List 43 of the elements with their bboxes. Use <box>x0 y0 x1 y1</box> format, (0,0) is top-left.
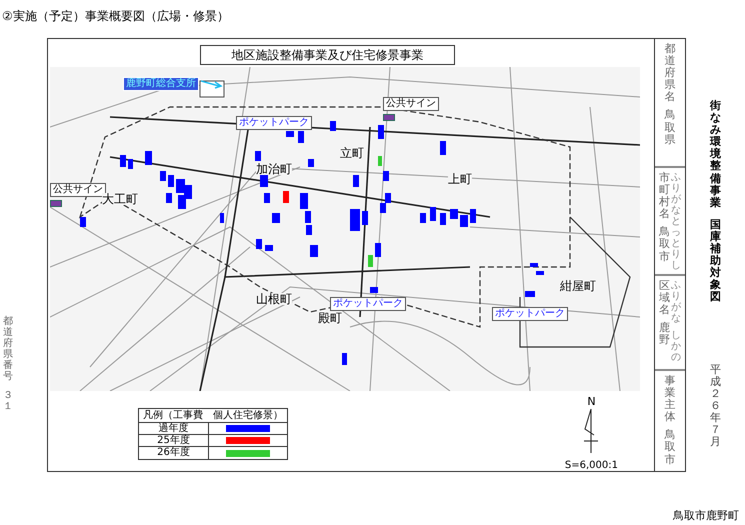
town-label: 山根町 <box>256 293 292 305</box>
info-value: 鹿野 <box>659 322 670 346</box>
document-date: 平成２６年７月 <box>710 364 721 448</box>
furigana: とっとりし <box>671 216 681 271</box>
north-label: N <box>587 396 596 407</box>
sign-label: 公共サイン <box>50 183 106 197</box>
info-label: 事業主体 <box>664 375 676 424</box>
legend-label: 26年度 <box>139 447 209 459</box>
info-value: 鳥取県 <box>664 109 676 146</box>
prefecture-number-label: 都道府県番号 <box>3 316 13 382</box>
document-title: 国庫補助対象図 <box>710 218 721 304</box>
town-label: 大工町 <box>102 193 138 205</box>
legend-title: 凡例（工事費 個人住宅修景） <box>139 409 287 423</box>
furigana: しかの <box>671 330 681 363</box>
office-label: 鹿野町総合支所 <box>123 77 199 91</box>
scale-label: S=6,000:1 <box>564 461 618 471</box>
sign-label: 公共サイン <box>383 97 439 111</box>
park-label: ポケットパーク <box>492 307 568 321</box>
arrow-icon <box>201 79 223 89</box>
map-title: 地区施設整備事業及び住宅修景事業 <box>200 45 455 65</box>
furigana: ふりがな <box>671 172 681 216</box>
info-value: 鳥取市 <box>664 429 676 466</box>
page-heading: ②実施（予定）事業概要図（広場・修景） <box>2 9 229 23</box>
prefecture-number: ３１ <box>3 390 13 412</box>
legend-label: 25年度 <box>139 435 209 446</box>
sign-icon <box>383 114 395 121</box>
info-label: 都道府県名 <box>664 43 676 104</box>
info-value: 鳥取市 <box>659 226 670 263</box>
town-label: 紺屋町 <box>560 280 596 292</box>
north-arrow-icon <box>582 407 600 453</box>
town-label: 立町 <box>340 147 364 159</box>
info-label: 区域名 <box>659 280 670 316</box>
document-title: 街なみ環境整備事業 <box>710 100 721 209</box>
legend-label: 過年度 <box>139 423 209 434</box>
town-label: 殿町 <box>318 312 342 324</box>
park-label: ポケットパーク <box>236 116 312 130</box>
furigana: ふりがな <box>671 280 681 324</box>
sign-icon <box>50 200 62 207</box>
footer-text: 鳥取市鹿野町 <box>673 510 739 521</box>
info-label: 市町村名 <box>659 172 670 220</box>
park-label: ポケットパーク <box>330 297 406 311</box>
town-label: 加治町 <box>256 163 292 175</box>
town-label: 上町 <box>448 173 472 185</box>
